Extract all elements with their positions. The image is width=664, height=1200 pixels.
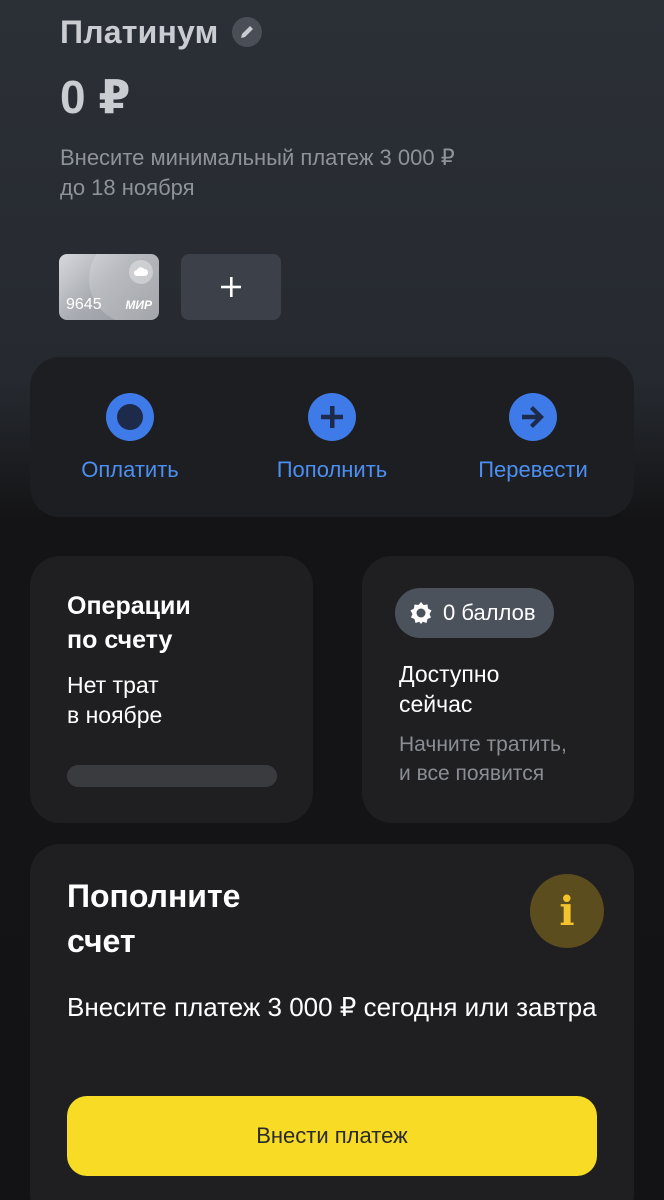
badge-star-icon: [410, 602, 432, 624]
bonus-title-line: Доступно: [399, 661, 500, 687]
spending-progress-bar: [67, 765, 277, 787]
card-brand-logo: МИР: [125, 298, 152, 312]
topup-reminder-panel: Пополните счет i Внесите платеж 3 000 ₽ …: [30, 844, 634, 1200]
min-payment-notice: Внесите минимальный платеж 3 000 ₽ до 18…: [60, 143, 580, 203]
info-icon: i: [530, 874, 604, 948]
bonus-title-line: сейчас: [399, 691, 473, 717]
circle-icon: [106, 393, 154, 441]
transfer-action[interactable]: Перевести: [443, 393, 623, 483]
bonus-points-tile[interactable]: 0 баллов Доступно сейчас Начните тратить…: [362, 556, 634, 823]
cloud-icon: [129, 260, 153, 284]
bonus-points-badge: 0 баллов: [395, 588, 554, 638]
topup-title-line: Пополните: [67, 878, 241, 914]
min-payment-line: Внесите минимальный платеж 3 000 ₽: [60, 145, 455, 170]
bonus-hint-line: Начните тратить,: [399, 733, 567, 756]
topup-title: Пополните счет: [67, 874, 240, 964]
topup-title-line: счет: [67, 923, 136, 959]
bonus-points-value: 0 баллов: [443, 600, 536, 625]
operations-status-line: Нет трат: [67, 672, 159, 698]
title-row: Платинум: [60, 12, 263, 52]
bonus-hint-line: и все появится: [399, 762, 545, 785]
add-card-button[interactable]: [181, 254, 281, 320]
balance-amount: 0 ₽: [60, 71, 131, 123]
pencil-icon: [241, 26, 254, 38]
min-payment-due-date: до 18 ноября: [60, 175, 195, 200]
operations-title-line: по счету: [67, 626, 173, 654]
topup-action[interactable]: Пополнить: [242, 393, 422, 483]
pay-action[interactable]: Оплатить: [40, 393, 220, 483]
operations-status: Нет трат в ноябре: [67, 670, 162, 730]
plus-circle-icon: [308, 393, 356, 441]
card-number: 9645: [66, 296, 102, 313]
pay-action-label: Оплатить: [81, 457, 179, 482]
plus-icon: [221, 277, 241, 297]
operations-title: Операции по счету: [67, 589, 191, 657]
topup-action-label: Пополнить: [276, 457, 388, 482]
info-glyph: i: [559, 887, 575, 935]
transfer-action-label: Перевести: [478, 457, 588, 482]
topup-message: Внесите платеж 3 000 ₽ сегодня или завтр…: [67, 992, 597, 1022]
bank-card-thumbnail[interactable]: 9645 МИР: [59, 254, 159, 320]
product-title: Платинум: [60, 13, 219, 50]
account-operations-tile[interactable]: Операции по счету Нет трат в ноябре: [30, 556, 313, 823]
quick-actions-panel: Оплатить Пополнить Перевести: [30, 357, 634, 517]
make-payment-button[interactable]: Внести платеж: [67, 1096, 597, 1176]
bonus-hint: Начните тратить, и все появится: [399, 730, 619, 788]
arrow-right-icon: [509, 393, 557, 441]
operations-title-line: Операции: [67, 592, 191, 620]
edit-name-button[interactable]: [232, 17, 263, 47]
bonus-available-title: Доступно сейчас: [399, 659, 499, 719]
operations-status-line: в ноябре: [67, 702, 163, 728]
